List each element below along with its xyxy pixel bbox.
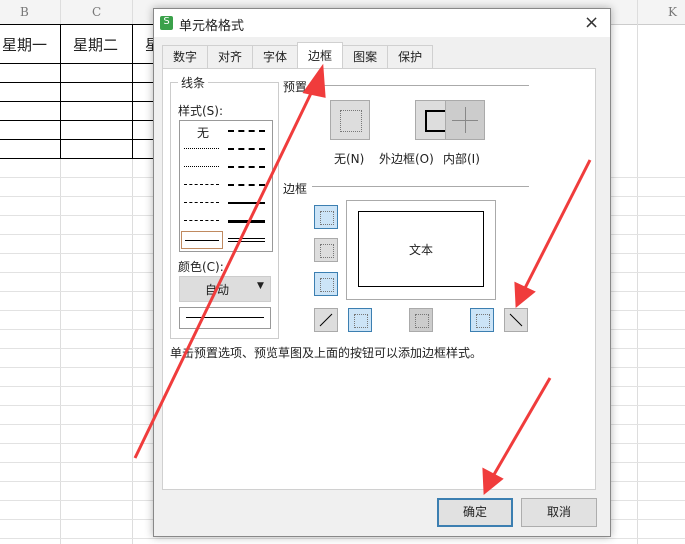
arrow-head [514,281,536,309]
annotation-arrows [133,63,592,496]
arrow-head [482,467,504,496]
arrow-to-border-tab [133,84,317,459]
arrow-to-ok [490,377,552,479]
arrow-head [302,63,326,98]
arrow-to-diagonal [521,159,592,293]
